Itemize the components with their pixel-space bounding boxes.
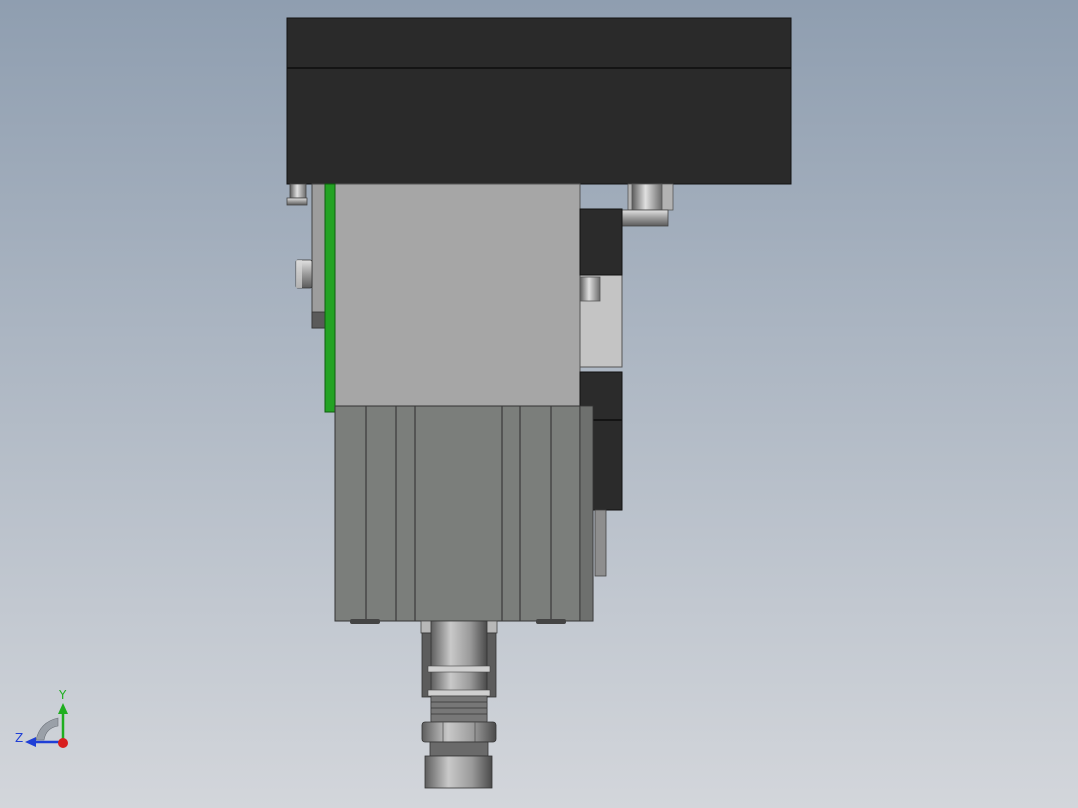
rod-end-cap[interactable] xyxy=(424,755,493,789)
cad-viewport[interactable]: Y Z xyxy=(0,0,1078,808)
air-cylinder[interactable] xyxy=(334,405,594,624)
top-right-pin[interactable] xyxy=(621,183,674,227)
hex-nut[interactable] xyxy=(421,721,497,757)
green-side-plate[interactable] xyxy=(324,183,336,413)
triad-z-label: Z xyxy=(15,731,24,745)
top-left-pin[interactable] xyxy=(286,183,308,206)
piston-rod-assembly[interactable] xyxy=(420,620,498,723)
left-knob[interactable] xyxy=(295,259,313,289)
top-cover-part[interactable] xyxy=(286,17,792,185)
triad-x-axis-dot xyxy=(58,738,68,748)
main-body-part[interactable] xyxy=(311,183,581,408)
triad-y-label: Y xyxy=(59,688,67,702)
cad-scene[interactable] xyxy=(0,0,1078,808)
